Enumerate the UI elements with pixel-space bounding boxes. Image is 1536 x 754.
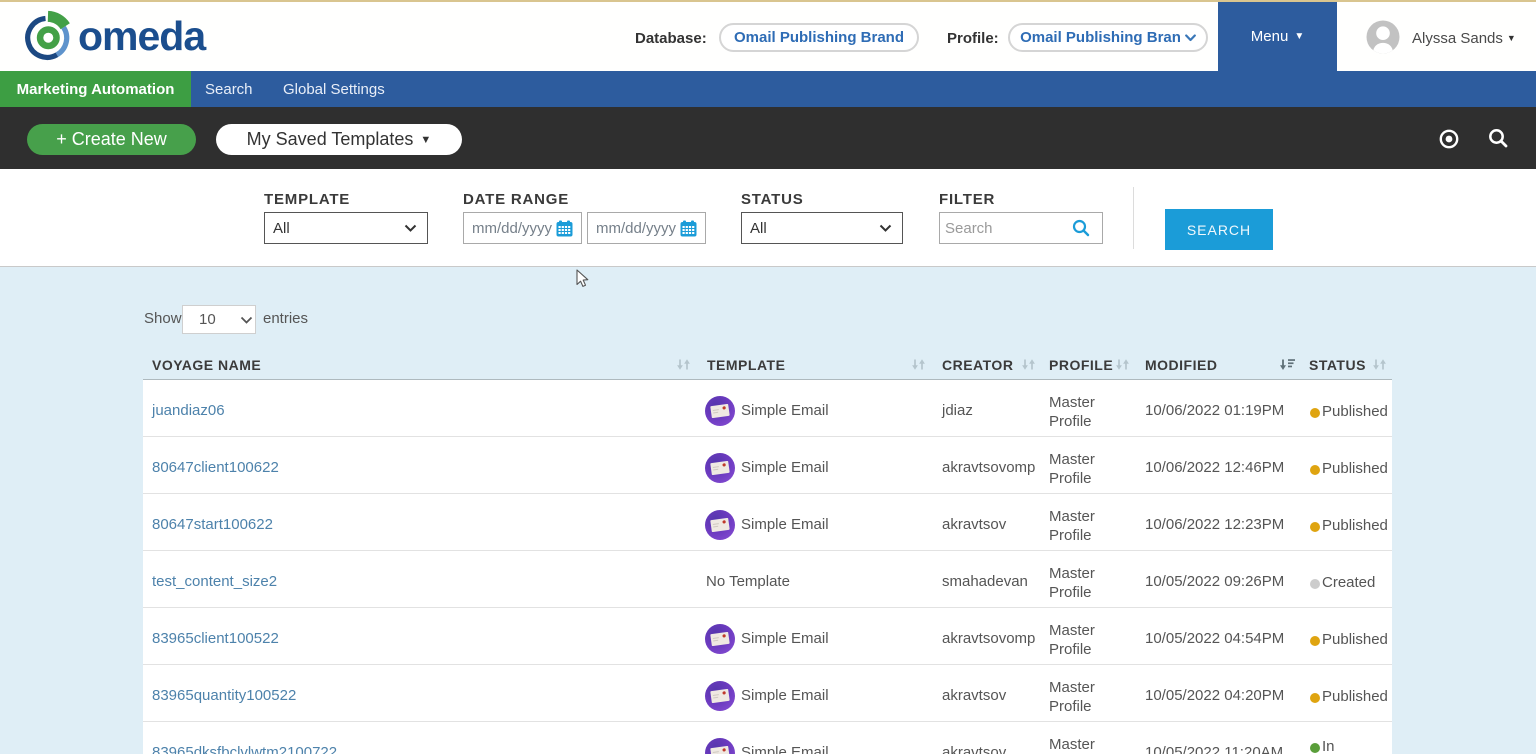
svg-text:omeda: omeda [78,13,207,59]
